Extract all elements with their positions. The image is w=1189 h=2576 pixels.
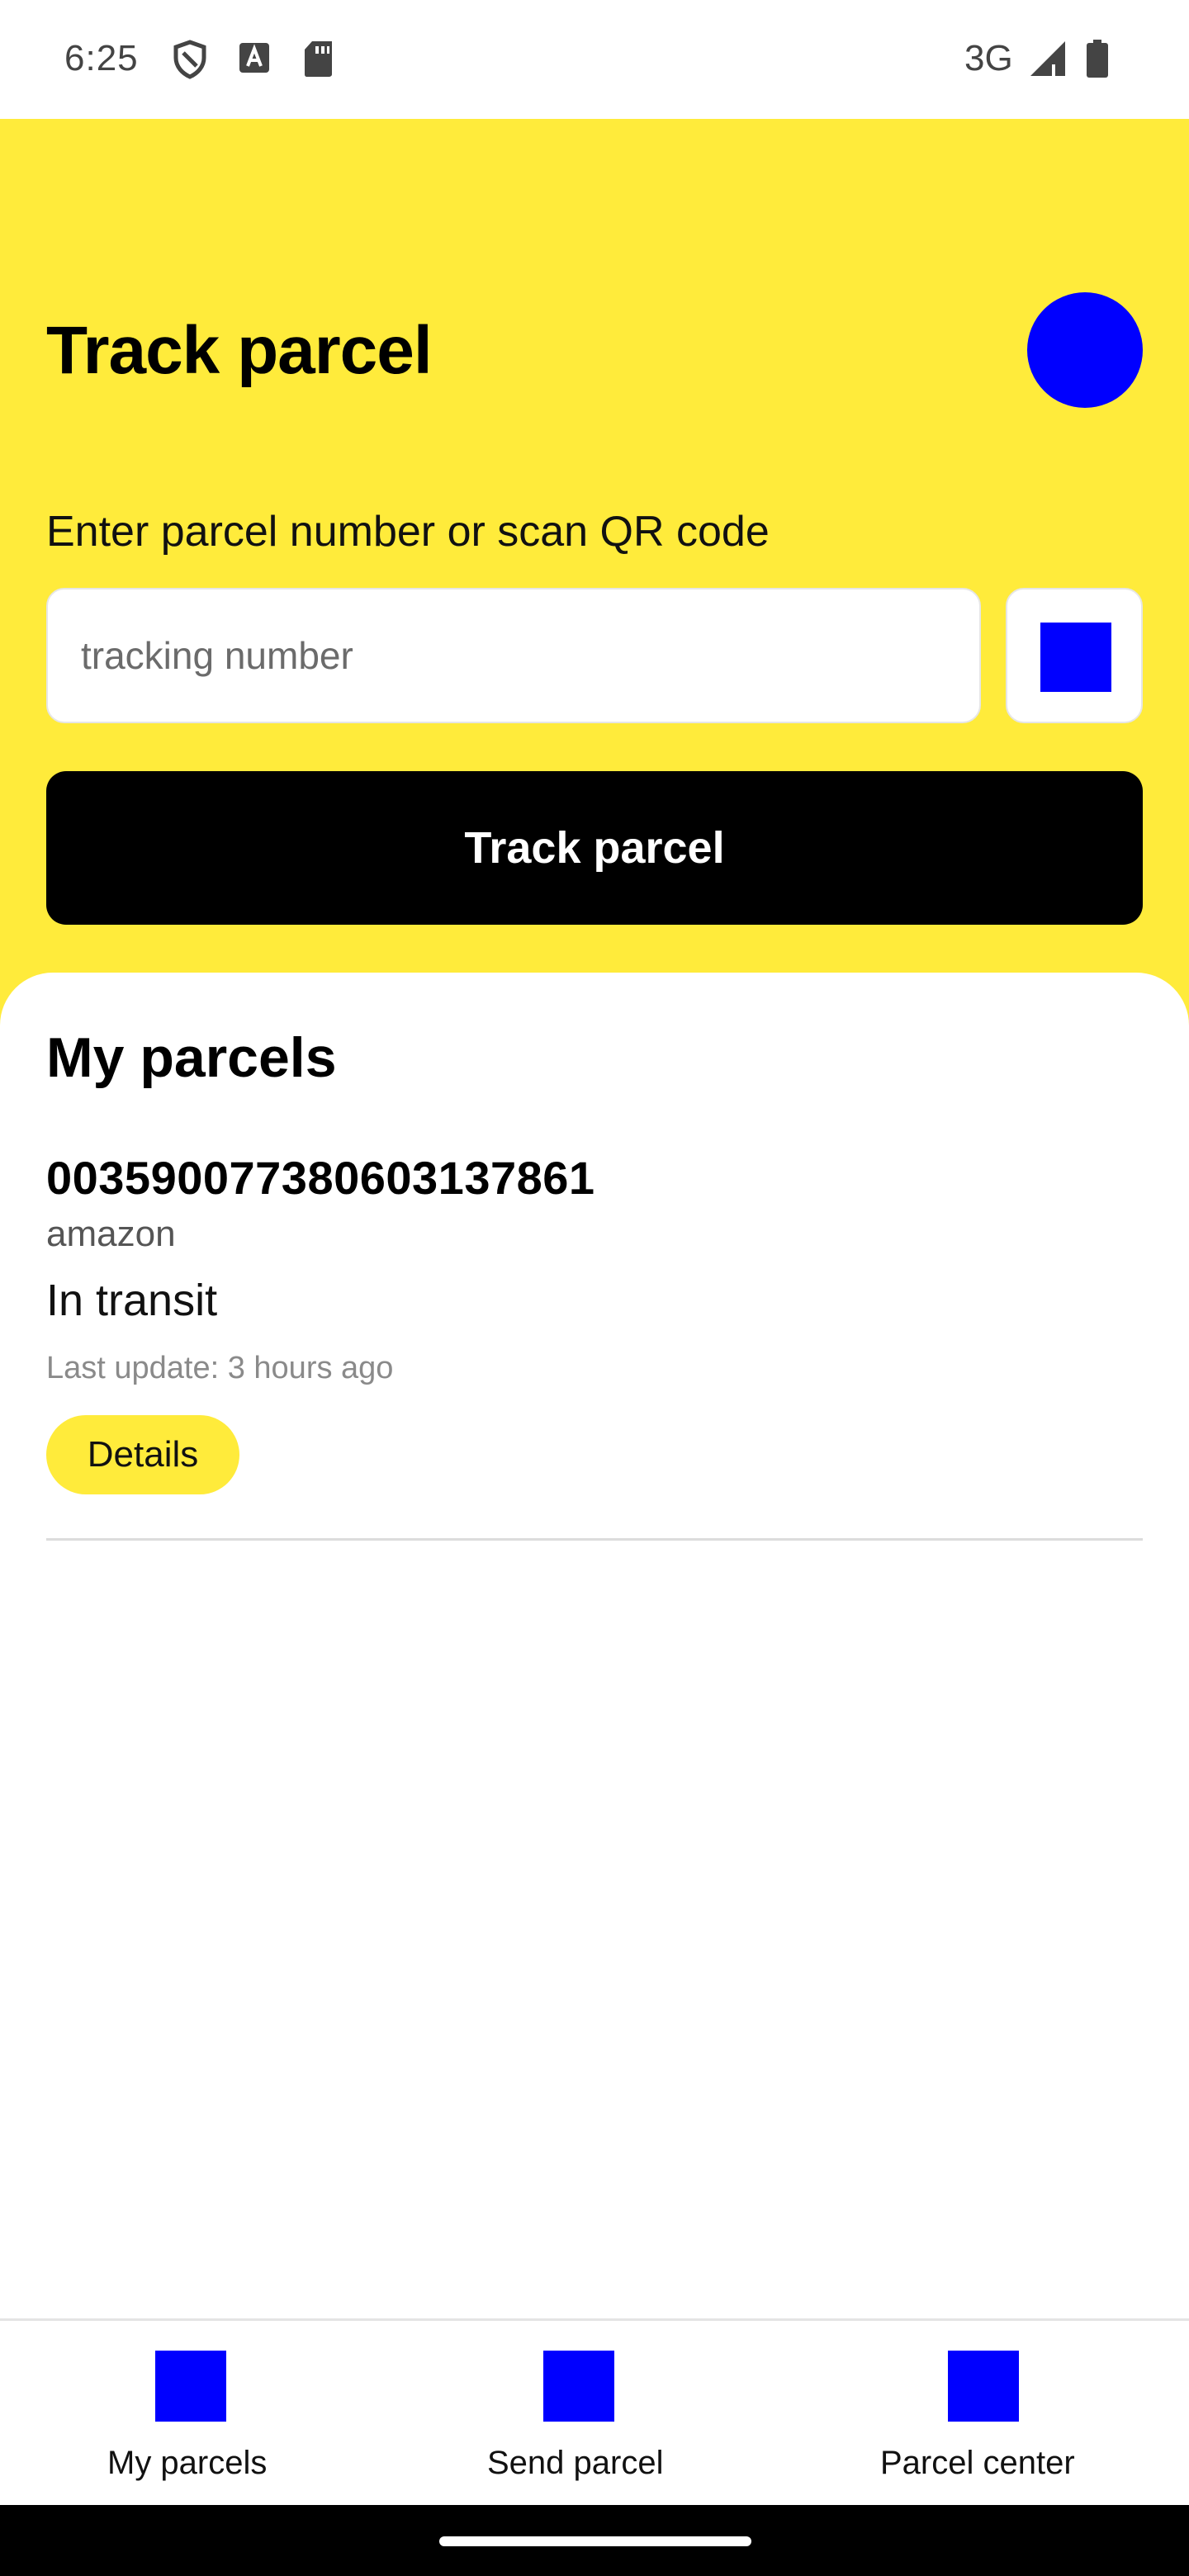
sd-card-icon bbox=[305, 41, 332, 77]
send-parcel-icon bbox=[543, 2351, 614, 2422]
profile-avatar[interactable] bbox=[1027, 292, 1143, 408]
parcel-sender: amazon bbox=[46, 1214, 176, 1254]
bottom-navigation: My parcels Send parcel Parcel center bbox=[0, 2318, 1189, 2505]
app-screen: 6:25 3G Track parcel Enter parcel number bbox=[0, 0, 1189, 2576]
parcels-icon bbox=[155, 2351, 226, 2422]
page-title: Track parcel bbox=[46, 313, 433, 388]
tracking-number-input[interactable] bbox=[46, 588, 981, 723]
scan-qr-button[interactable] bbox=[1006, 588, 1143, 723]
nav-label: My parcels bbox=[107, 2445, 268, 2481]
nav-item-send-parcel[interactable]: Send parcel bbox=[469, 2321, 700, 2507]
parcel-number: 003590077380603137861 bbox=[46, 1152, 595, 1204]
system-gesture-bar bbox=[0, 2505, 1189, 2576]
track-parcel-button[interactable]: Track parcel bbox=[46, 771, 1143, 925]
shield-icon bbox=[173, 40, 206, 79]
home-gesture-handle[interactable] bbox=[439, 2536, 751, 2546]
signal-icon bbox=[1030, 41, 1065, 76]
parcel-list-item[interactable]: 003590077380603137861 amazon In transit … bbox=[46, 1139, 1143, 1541]
my-parcels-title: My parcels bbox=[46, 1026, 337, 1089]
nav-label: Send parcel bbox=[487, 2445, 664, 2481]
details-button[interactable]: Details bbox=[46, 1415, 239, 1494]
parcel-last-update: Last update: 3 hours ago bbox=[46, 1351, 394, 1385]
parcel-center-icon bbox=[948, 2351, 1019, 2422]
battery-icon bbox=[1087, 40, 1108, 78]
status-bar: 6:25 3G bbox=[0, 0, 1189, 119]
font-a-icon bbox=[239, 43, 269, 73]
status-time: 6:25 bbox=[64, 38, 139, 78]
parcel-status: In transit bbox=[46, 1276, 218, 1325]
nav-item-parcel-center[interactable]: Parcel center bbox=[862, 2321, 1110, 2507]
nav-label: Parcel center bbox=[880, 2445, 1075, 2481]
qr-scan-icon bbox=[1040, 623, 1111, 692]
network-type: 3G bbox=[964, 38, 1013, 78]
track-prompt-label: Enter parcel number or scan QR code bbox=[46, 508, 770, 556]
nav-item-my-parcels[interactable]: My parcels bbox=[83, 2321, 299, 2507]
